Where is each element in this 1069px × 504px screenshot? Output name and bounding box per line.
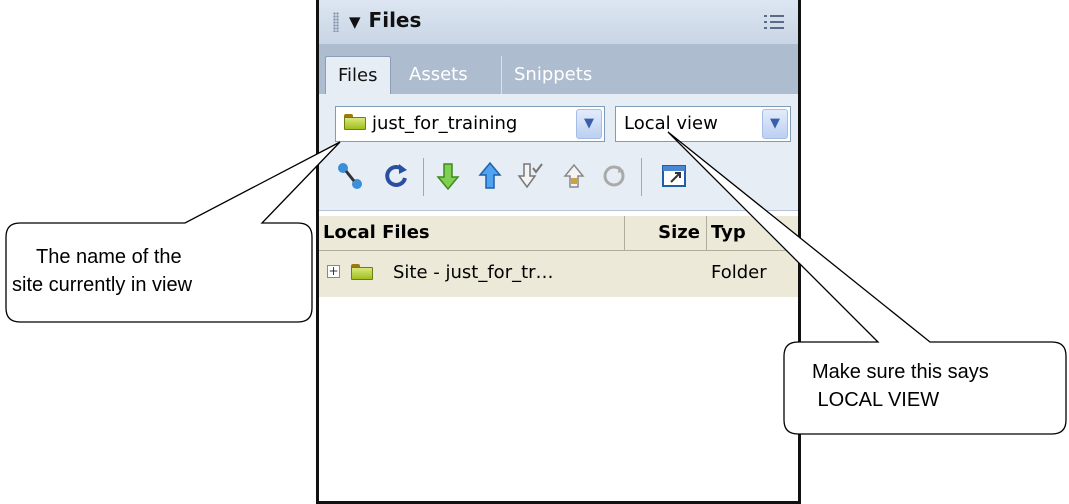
site-folder-icon	[344, 114, 366, 130]
callout-right-line1: Make sure this says	[812, 361, 989, 383]
toolbar-separator	[641, 158, 642, 196]
panel-titlebar[interactable]: ▼ Files	[319, 0, 798, 45]
check-out-icon[interactable]	[515, 160, 545, 192]
expand-plus-icon[interactable]: +	[327, 265, 340, 278]
view-select-value: Local view	[624, 113, 718, 134]
tab-files[interactable]: Files	[325, 56, 391, 94]
folder-icon	[351, 264, 373, 280]
files-panel: ▼ Files Files Assets Snippets just_for_tr…	[316, 0, 801, 504]
panel-options-menu-icon[interactable]	[764, 12, 786, 32]
column-header-size[interactable]: Size	[625, 216, 707, 250]
collapse-arrow-icon[interactable]: ▼	[349, 13, 361, 31]
tab-snippets[interactable]: Snippets	[501, 56, 604, 94]
site-select-value-wrap: just_for_training	[344, 107, 517, 141]
file-list-header: Local Files Size Typ	[319, 216, 798, 251]
toolbar-separator	[423, 158, 424, 196]
view-select-dropdown-icon[interactable]: ▼	[762, 109, 788, 139]
row-type: Folder	[711, 262, 767, 283]
tab-assets[interactable]: Assets	[397, 56, 480, 94]
files-toolbar: just_for_training ▼ Local view ▼	[319, 94, 798, 211]
connect-icon[interactable]	[335, 160, 365, 192]
panel-grip-icon[interactable]	[333, 12, 339, 32]
put-files-icon[interactable]	[475, 160, 505, 192]
site-select[interactable]: just_for_training ▼	[335, 106, 605, 142]
panel-title[interactable]: ▼ Files	[349, 8, 421, 32]
view-select[interactable]: Local view ▼	[615, 106, 791, 142]
callout-right-line2: LOCAL VIEW	[812, 389, 940, 411]
row-name: Site - just_for_tr…	[393, 262, 554, 283]
get-files-icon[interactable]	[433, 160, 463, 192]
column-header-type[interactable]: Typ	[707, 216, 798, 250]
column-header-local-files[interactable]: Local Files	[319, 216, 625, 250]
refresh-icon[interactable]	[381, 160, 411, 192]
synchronize-icon[interactable]	[599, 160, 629, 192]
check-in-icon[interactable]	[561, 160, 591, 192]
site-select-dropdown-icon[interactable]: ▼	[576, 109, 602, 139]
panel-title-label: Files	[368, 8, 422, 32]
panel-tabs: Files Assets Snippets	[319, 44, 798, 94]
site-select-value: just_for_training	[372, 113, 518, 134]
expand-icon[interactable]	[659, 160, 689, 192]
callout-left-line2: site currently in view	[12, 274, 193, 296]
callout-left-line1: The name of the	[36, 246, 182, 268]
table-row[interactable]: + Site - just_for_tr… Folder	[319, 251, 798, 297]
